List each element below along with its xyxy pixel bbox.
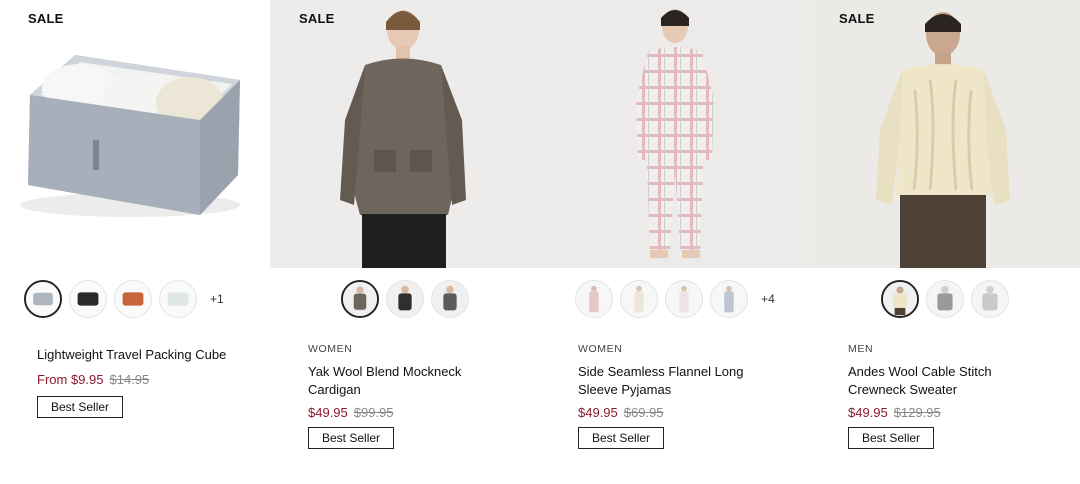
swatch-2-fill <box>443 293 457 311</box>
product-image[interactable]: SALE <box>270 0 540 268</box>
original-price: $69.95 <box>623 405 664 420</box>
product-image[interactable] <box>540 0 810 268</box>
color-swatch[interactable] <box>341 280 379 318</box>
color-swatch[interactable] <box>575 280 614 318</box>
sale-price: $49.95 <box>578 405 618 420</box>
best-seller-badge: Best Seller <box>578 427 665 449</box>
swatch-0-fill <box>589 291 599 313</box>
sale-price: $49.95 <box>848 405 888 420</box>
product-category: WOMEN <box>308 343 353 355</box>
sale-tag: SALE <box>28 11 64 26</box>
product-info: WOMEN Side Seamless Flannel Long Sleeve … <box>578 343 778 449</box>
best-seller-badge: Best Seller <box>848 427 935 449</box>
color-swatches: +1 <box>24 280 224 318</box>
product-category: WOMEN <box>578 343 623 355</box>
swatch-2-fill <box>679 291 689 313</box>
product-info: Lightweight Travel Packing Cube From $9.… <box>37 346 237 418</box>
color-swatch[interactable] <box>69 280 107 318</box>
product-info: WOMEN Yak Wool Blend Mockneck Cardigan $… <box>308 343 508 449</box>
color-swatch[interactable] <box>159 280 197 318</box>
product-name[interactable]: Andes Wool Cable Stitch Crewneck Sweater <box>848 363 1048 399</box>
swatch-1-fill <box>937 293 953 311</box>
color-swatch[interactable] <box>881 280 919 318</box>
sale-tag: SALE <box>839 11 875 26</box>
color-swatches <box>270 280 540 318</box>
swatch-1-fill <box>77 292 99 306</box>
color-swatch[interactable] <box>24 280 62 318</box>
color-swatches <box>810 280 1080 318</box>
original-price: $99.95 <box>353 405 394 420</box>
swatch-0-fill <box>892 293 908 308</box>
color-swatch[interactable] <box>431 280 469 318</box>
sale-price: $49.95 <box>308 405 348 420</box>
product-card[interactable]: SALE WOMEN Yak Wool Blend Mockneck Cardi… <box>270 0 540 484</box>
product-name[interactable]: Side Seamless Flannel Long Sleeve Pyjama… <box>578 363 778 399</box>
color-swatch[interactable] <box>926 280 964 318</box>
color-swatches: +4 <box>540 280 810 318</box>
color-swatch[interactable] <box>710 280 749 318</box>
product-name[interactable]: Yak Wool Blend Mockneck Cardigan <box>308 363 508 399</box>
swatch-0-fill <box>33 292 53 306</box>
product-name[interactable]: Lightweight Travel Packing Cube <box>37 346 237 364</box>
swatch-3-fill <box>724 291 734 313</box>
swatch-1-fill <box>634 291 644 313</box>
product-category: MEN <box>848 343 874 355</box>
product-info: MEN Andes Wool Cable Stitch Crewneck Swe… <box>848 343 1048 449</box>
price-row: $49.95 $129.95 <box>848 405 1048 420</box>
product-grid: SALE +1 Lightweight Travel Packing Cube … <box>0 0 1080 484</box>
original-price: $14.95 <box>109 372 150 387</box>
color-swatch[interactable] <box>620 280 659 318</box>
more-colors-count[interactable]: +1 <box>210 292 224 306</box>
color-swatch[interactable] <box>114 280 152 318</box>
product-image[interactable]: SALE <box>810 0 1080 268</box>
product-card[interactable]: SALE +1 Lightweight Travel Packing Cube … <box>0 0 270 484</box>
sale-tag: SALE <box>299 11 335 26</box>
more-colors-count[interactable]: +4 <box>761 292 775 306</box>
swatch-1-fill <box>398 293 412 311</box>
sale-price: From $9.95 <box>37 372 104 387</box>
price-row: $49.95 $69.95 <box>578 405 778 420</box>
product-card[interactable]: SALE MEN Andes Wool Cable Stitch Crewnec… <box>810 0 1080 484</box>
product-card[interactable]: +4 WOMEN Side Seamless Flannel Long Slee… <box>540 0 810 484</box>
swatch-2-fill <box>122 292 144 306</box>
swatch-3-fill <box>167 292 189 306</box>
price-row: From $9.95 $14.95 <box>37 372 237 387</box>
original-price: $129.95 <box>893 405 941 420</box>
color-swatch[interactable] <box>665 280 704 318</box>
swatch-2-fill <box>982 293 998 311</box>
price-row: $49.95 $99.95 <box>308 405 508 420</box>
best-seller-badge: Best Seller <box>308 427 395 449</box>
swatch-0-fill <box>353 293 367 310</box>
product-image[interactable]: SALE <box>0 0 270 268</box>
best-seller-badge: Best Seller <box>37 396 124 418</box>
color-swatch[interactable] <box>386 280 424 318</box>
color-swatch[interactable] <box>971 280 1009 318</box>
